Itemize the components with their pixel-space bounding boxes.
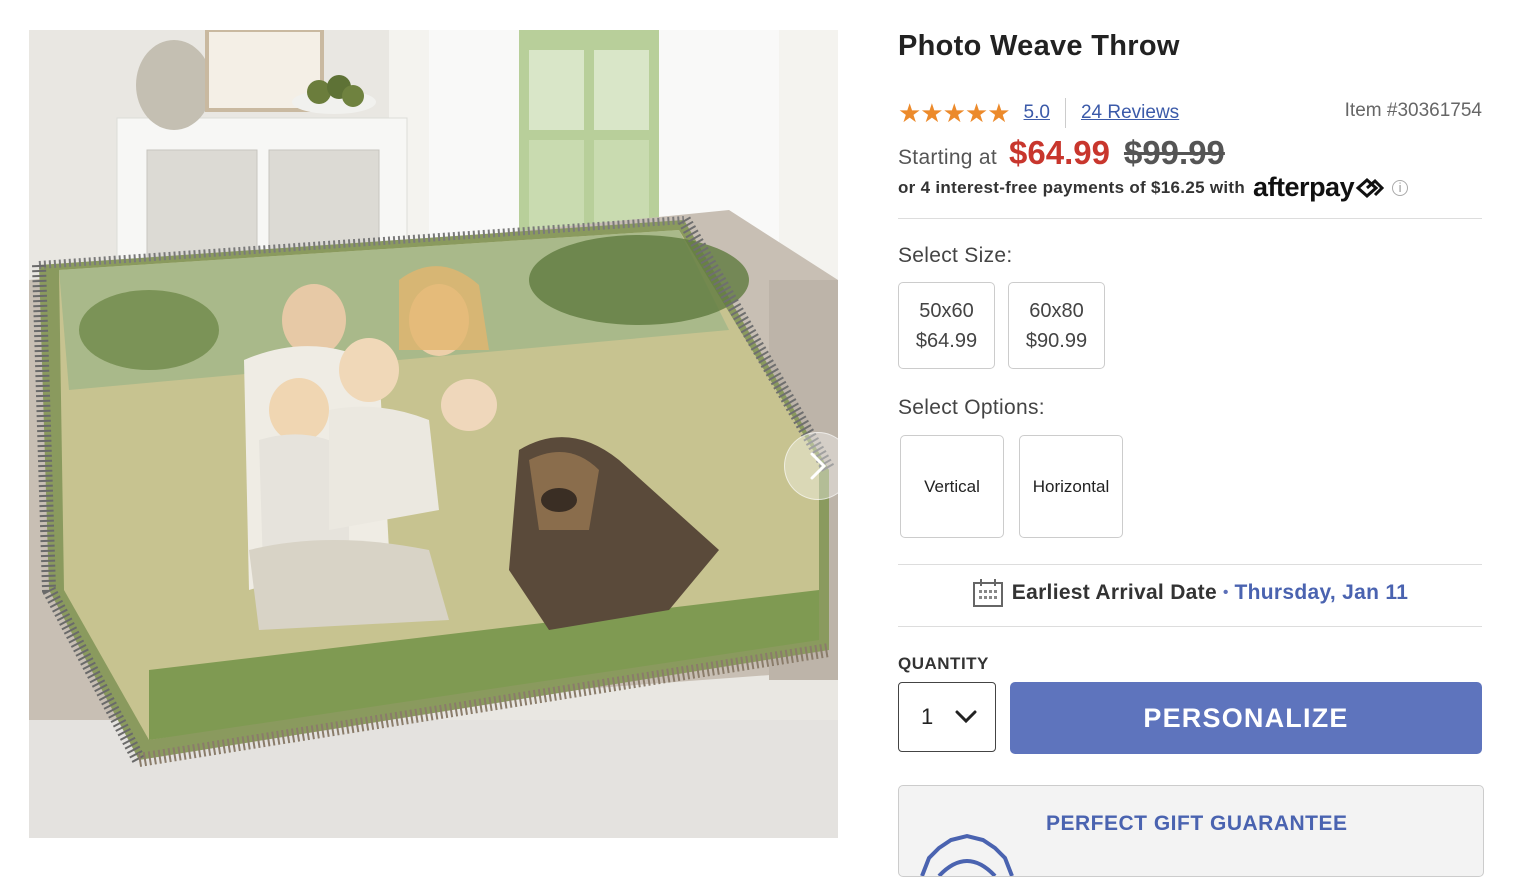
divider [898,564,1482,565]
size-price: $64.99 [915,329,978,352]
personalize-button[interactable]: PERSONALIZE [1010,682,1482,754]
gift-guarantee-box: PERFECT GIFT GUARANTEE [898,785,1484,877]
size-dims: 50x60 [919,299,974,322]
divider [898,626,1482,627]
info-icon[interactable]: i [1392,179,1409,196]
option-horizontal[interactable]: Horizontal [1019,435,1123,538]
quantity-select[interactable]: 1 [898,682,996,752]
product-title: Photo Weave Throw [898,30,1180,62]
price-row: Starting at $64.99 $99.99 [898,134,1225,172]
gift-badge-icon [920,833,1014,876]
arrival-label: Earliest Arrival Date [1011,581,1217,604]
original-price: $99.99 [1123,134,1225,171]
chevron-right-icon [810,452,827,480]
calendar-icon [972,579,1003,607]
size-option-50x60[interactable]: 50x60 $64.99 [898,282,995,369]
afterpay-text: or 4 interest-free payments of $16.25 wi… [898,177,1246,197]
select-options-label: Select Options: [898,396,1045,419]
size-dims: 60x80 [1029,299,1084,322]
option-vertical[interactable]: Vertical [900,435,1004,538]
chevron-down-icon [955,710,977,724]
afterpay-loop-icon [1355,177,1385,198]
star-rating: ★★★★★ [898,97,1011,128]
divider [898,218,1482,219]
quantity-value: 1 [921,704,934,729]
size-option-60x80[interactable]: 60x80 $90.99 [1008,282,1105,369]
select-size-label: Select Size: [898,244,1013,267]
arrival-separator: • [1222,584,1229,601]
quantity-label: QUANTITY [898,654,989,673]
sale-price: $64.99 [1009,134,1110,171]
starting-at-label: Starting at [898,146,998,169]
rating-value-link[interactable]: 5.0 [1024,102,1050,124]
gift-guarantee-title: PERFECT GIFT GUARANTEE [1046,812,1348,835]
reviews-link[interactable]: 24 Reviews [1081,102,1179,124]
afterpay-logo: afterpay [1253,172,1355,202]
arrival-date: Thursday, Jan 11 [1234,581,1409,604]
divider [1064,98,1066,128]
product-image [29,30,838,838]
afterpay-row: or 4 interest-free payments of $16.25 wi… [898,172,1409,203]
arrival-row: Earliest Arrival Date • Thursday, Jan 11 [898,578,1482,608]
size-price: $90.99 [1025,329,1088,352]
item-number: Item #30361754 [1344,100,1482,121]
rating-row: ★★★★★ 5.0 24 Reviews Item #30361754 [898,96,1482,130]
photo-throw-illustration [29,30,838,838]
